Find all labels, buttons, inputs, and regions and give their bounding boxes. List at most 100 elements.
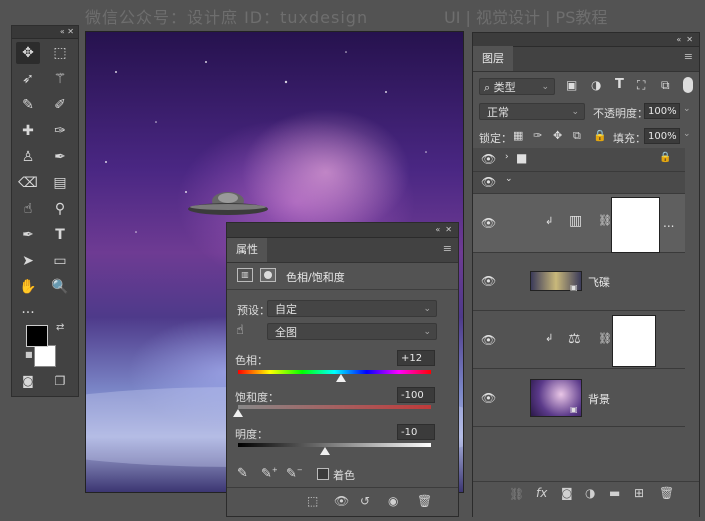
link-icon[interactable]: ⛓ — [598, 214, 612, 227]
new-adjustment-icon[interactable]: ◑ — [585, 486, 595, 500]
eye-icon[interactable]: 👁 — [481, 333, 496, 347]
delete-icon[interactable]: 🗑 — [417, 494, 432, 508]
add-mask-icon[interactable]: ◙ — [561, 486, 573, 500]
chevron-down-icon[interactable]: ⌄ — [683, 129, 691, 139]
saturation-slider-track[interactable] — [238, 405, 431, 409]
lock-pixels-icon[interactable]: ✑ — [533, 129, 542, 142]
fill-input[interactable]: 100% — [644, 128, 680, 144]
colorize-checkbox[interactable] — [317, 468, 329, 480]
quick-mask-icon[interactable]: ◙ — [16, 370, 40, 392]
new-layer-icon[interactable]: ⊞ — [634, 486, 644, 500]
eyedropper-minus-icon[interactable]: ✎− — [286, 466, 303, 481]
layer-mask-thumbnail[interactable] — [611, 197, 660, 253]
eraser-tool-icon[interactable]: ⌫ — [16, 172, 40, 194]
collapse-icon[interactable]: « — [60, 27, 65, 36]
lock-all-icon[interactable]: 🔒 — [593, 129, 607, 142]
filter-smart-icon[interactable]: ⧉ — [661, 78, 670, 93]
bandaid-tool-icon[interactable]: ✚ — [16, 120, 40, 142]
layer-mask-thumbnail[interactable] — [612, 315, 656, 367]
chevron-right-icon[interactable]: › — [505, 152, 509, 162]
eye-icon[interactable]: 👁 — [481, 175, 496, 189]
move-tool-icon[interactable]: ✥ — [16, 42, 40, 64]
new-group-icon[interactable]: ▬ — [609, 486, 620, 500]
default-colors-icon[interactable]: ■ — [25, 350, 33, 359]
pen-tool-icon[interactable]: ✒ — [16, 224, 40, 246]
brush-tool-icon[interactable]: ✐ — [48, 94, 72, 116]
link-icon[interactable]: ⛓ — [598, 332, 612, 345]
screen-mode-icon[interactable]: ❐ — [48, 370, 72, 392]
history-brush-tool-icon[interactable]: ✒ — [48, 146, 72, 168]
layer-name[interactable]: 飞碟 — [588, 274, 610, 290]
layer-filter-select[interactable]: ⌕ 类型 ⌄ — [479, 78, 555, 95]
stamp-tool-icon[interactable]: ♙ — [16, 146, 40, 168]
fx-icon[interactable]: fx — [536, 486, 547, 500]
dodge-tool-icon[interactable]: ⚲ — [48, 198, 72, 220]
filter-adjustment-icon[interactable]: ◑ — [591, 78, 601, 92]
layer-row[interactable]: 👁 ▣ 背景 — [473, 369, 685, 427]
layer-more[interactable]: ... — [663, 216, 674, 230]
tab-layers[interactable]: 图层 — [473, 46, 513, 71]
layer-row[interactable]: 👁 ↲ ⚖ ⛓ — [473, 311, 685, 369]
view-previous-icon[interactable]: 👁 — [334, 494, 349, 508]
on-image-adjust-icon[interactable]: ☝ — [236, 323, 244, 338]
layer-row[interactable]: 👁 › ■ 🔒 — [473, 148, 685, 172]
panel-menu-icon[interactable]: ≡ — [443, 242, 452, 255]
layer-name[interactable]: 背景 — [588, 391, 610, 407]
chevron-down-icon[interactable]: ⌄ — [683, 104, 691, 114]
lightness-input[interactable]: -10 — [397, 424, 435, 440]
text-tool-icon[interactable]: T — [48, 224, 72, 246]
close-icon[interactable]: ✕ — [67, 27, 74, 36]
eye-icon[interactable]: 👁 — [481, 274, 496, 288]
hand-tool-icon[interactable]: ✋ — [16, 276, 40, 298]
layer-row[interactable]: 👁 ⌄ — [473, 172, 685, 194]
eye-icon[interactable]: 👁 — [481, 216, 496, 230]
saturation-slider-handle[interactable] — [233, 409, 243, 417]
marquee-tool-icon[interactable]: ⬚ — [48, 42, 72, 64]
blend-mode-select[interactable]: 正常 ⌄ — [479, 103, 585, 120]
filter-text-icon[interactable]: T — [615, 77, 624, 92]
smudge-tool-icon[interactable]: ☝ — [16, 198, 40, 220]
paintbrush-tool-icon[interactable]: ✑ — [48, 120, 72, 142]
eye-icon[interactable]: 👁 — [481, 391, 496, 405]
more-tools-icon[interactable]: ··· — [16, 302, 40, 324]
chevron-down-icon[interactable]: ⌄ — [505, 174, 513, 184]
clip-to-layer-icon[interactable]: ⬚ — [307, 494, 318, 508]
lightness-slider-handle[interactable] — [319, 447, 330, 455]
mask-icon[interactable] — [260, 268, 276, 282]
background-color-swatch[interactable] — [34, 345, 56, 367]
hue-slider-handle[interactable] — [335, 374, 346, 382]
delete-layer-icon[interactable]: 🗑 — [659, 486, 674, 500]
saturation-input[interactable]: -100 — [397, 387, 435, 403]
hue-slider-track[interactable] — [238, 370, 431, 374]
panel-menu-icon[interactable]: ≡ — [684, 50, 693, 63]
channel-select[interactable]: 全图 ⌄ — [267, 323, 437, 340]
lock-artboard-icon[interactable]: ⧉ — [573, 129, 581, 143]
lock-position-icon[interactable]: ✥ — [553, 129, 562, 142]
filter-pixel-icon[interactable]: ▣ — [566, 78, 577, 92]
eyedropper-plus-icon[interactable]: ✎+ — [261, 466, 278, 481]
eye-icon[interactable]: 👁 — [481, 152, 496, 166]
link-layers-icon[interactable]: ⛓ — [509, 487, 524, 501]
rectangle-tool-icon[interactable]: ▭ — [48, 250, 72, 272]
foreground-color-swatch[interactable] — [26, 325, 48, 347]
swap-colors-icon[interactable]: ⇄ — [56, 322, 64, 333]
reset-icon[interactable]: ↺ — [360, 494, 370, 508]
gradient-tool-icon[interactable]: ▤ — [48, 172, 72, 194]
lasso-tool-icon[interactable]: ➶ — [16, 68, 40, 90]
zoom-tool-icon[interactable]: 🔍 — [48, 276, 72, 298]
filter-shape-icon[interactable]: ⛶ — [637, 78, 645, 93]
lock-transparent-icon[interactable]: ▦ — [513, 129, 523, 142]
opacity-input[interactable]: 100% — [644, 103, 680, 119]
preset-select[interactable]: 自定 ⌄ — [267, 300, 437, 317]
eyedropper-icon[interactable]: ✎ — [237, 466, 248, 481]
filter-toggle[interactable] — [683, 77, 693, 93]
hue-input[interactable]: +12 — [397, 350, 435, 366]
layer-row-selected[interactable]: 👁 ↲ ▥ ⛓ ... — [473, 194, 685, 253]
lightness-slider-track[interactable] — [238, 443, 431, 447]
layer-row[interactable]: 👁 ▣ 飞碟 — [473, 253, 685, 311]
visibility-icon[interactable]: ◉ — [388, 494, 398, 508]
eyedropper-tool-icon[interactable]: ✎ — [16, 94, 40, 116]
magic-wand-tool-icon[interactable]: ⚚ — [48, 68, 72, 90]
path-select-tool-icon[interactable]: ➤ — [16, 250, 40, 272]
tab-properties[interactable]: 属性 — [227, 238, 267, 262]
